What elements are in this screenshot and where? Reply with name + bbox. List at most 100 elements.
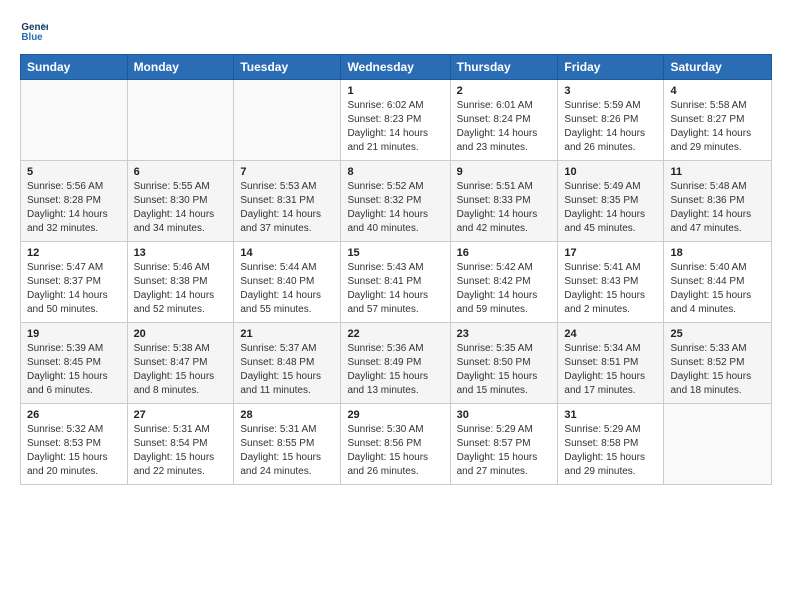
- day-number: 9: [457, 166, 552, 178]
- calendar-cell: 5 Sunrise: 5:56 AM Sunset: 8:28 PM Daylig…: [21, 161, 128, 242]
- calendar-week-row: 1 Sunrise: 6:02 AM Sunset: 8:23 PM Daylig…: [21, 80, 772, 161]
- calendar-cell: 22 Sunrise: 5:36 AM Sunset: 8:49 PM Dayli…: [341, 323, 450, 404]
- calendar-cell: 29Sunrise: 5:30 AM Sunset: 8:56 PM Dayli…: [341, 404, 450, 485]
- day-number: 8: [347, 166, 443, 178]
- day-number: 23: [457, 328, 552, 340]
- day-number: 7: [240, 166, 334, 178]
- day-number: 4: [670, 85, 765, 97]
- calendar-cell: 30 Sunrise: 5:29 AM Sunset: 8:57 PM Dayli…: [450, 404, 558, 485]
- calendar-cell: 18 Sunrise: 5:40 AM Sunset: 8:44 PM Dayli…: [664, 242, 772, 323]
- cell-content: Sunrise: 5:29 AM Sunset: 8:58 PM Dayligh…: [564, 423, 657, 479]
- cell-content: Sunrise: 5:34 AM Sunset: 8:51 PM Dayligh…: [564, 342, 657, 398]
- cell-content: Sunrise: 5:46 AM Sunset: 8:38 PM Dayligh…: [134, 261, 228, 317]
- cell-content: Sunrise: 5:48 AM Sunset: 8:36 PM Dayligh…: [670, 180, 765, 236]
- calendar-cell: 20 Sunrise: 5:38 AM Sunset: 8:47 PM Dayli…: [127, 323, 234, 404]
- day-number: 24: [564, 328, 657, 340]
- weekday-header: Wednesday: [341, 55, 450, 80]
- cell-content: Sunrise: 5:36 AM Sunset: 8:49 PM Dayligh…: [347, 342, 443, 398]
- cell-content: Sunrise: 5:35 AM Sunset: 8:50 PM Dayligh…: [457, 342, 552, 398]
- cell-content: Sunrise: 5:49 AM Sunset: 8:35 PM Dayligh…: [564, 180, 657, 236]
- calendar-cell: 13 Sunrise: 5:46 AM Sunset: 8:38 PM Dayli…: [127, 242, 234, 323]
- day-number: 17: [564, 247, 657, 259]
- cell-content: Sunrise: 5:41 AM Sunset: 8:43 PM Dayligh…: [564, 261, 657, 317]
- day-number: 18: [670, 247, 765, 259]
- cell-content: Sunrise: 5:31 AM Sunset: 8:55 PM Dayligh…: [240, 423, 334, 479]
- day-number: 6: [134, 166, 228, 178]
- cell-content: Sunrise: 5:59 AM Sunset: 8:26 PM Dayligh…: [564, 99, 657, 155]
- cell-content: Sunrise: 5:53 AM Sunset: 8:31 PM Dayligh…: [240, 180, 334, 236]
- calendar-cell: 7 Sunrise: 5:53 AM Sunset: 8:31 PM Daylig…: [234, 161, 341, 242]
- cell-content: Sunrise: 5:33 AM Sunset: 8:52 PM Dayligh…: [670, 342, 765, 398]
- day-number: 22: [347, 328, 443, 340]
- cell-content: Sunrise: 5:40 AM Sunset: 8:44 PM Dayligh…: [670, 261, 765, 317]
- calendar-cell: 14 Sunrise: 5:44 AM Sunset: 8:40 PM Dayli…: [234, 242, 341, 323]
- calendar-cell: 16 Sunrise: 5:42 AM Sunset: 8:42 PM Dayli…: [450, 242, 558, 323]
- day-number: 11: [670, 166, 765, 178]
- cell-content: Sunrise: 5:56 AM Sunset: 8:28 PM Dayligh…: [27, 180, 121, 236]
- cell-content: Sunrise: 5:37 AM Sunset: 8:48 PM Dayligh…: [240, 342, 334, 398]
- calendar-week-row: 26 Sunrise: 5:32 AM Sunset: 8:53 PM Dayli…: [21, 404, 772, 485]
- day-number: 14: [240, 247, 334, 259]
- weekday-header: Saturday: [664, 55, 772, 80]
- calendar-cell: 17 Sunrise: 5:41 AM Sunset: 8:43 PM Dayli…: [558, 242, 664, 323]
- cell-content: Sunrise: 5:29 AM Sunset: 8:57 PM Dayligh…: [457, 423, 552, 479]
- calendar-cell: 23 Sunrise: 5:35 AM Sunset: 8:50 PM Dayli…: [450, 323, 558, 404]
- calendar-cell: 31 Sunrise: 5:29 AM Sunset: 8:58 PM Dayli…: [558, 404, 664, 485]
- cell-content: Sunrise: 5:31 AM Sunset: 8:54 PM Dayligh…: [134, 423, 228, 479]
- svg-text:Blue: Blue: [21, 32, 43, 43]
- cell-content: Sunrise: 5:39 AM Sunset: 8:45 PM Dayligh…: [27, 342, 121, 398]
- calendar-cell: 8 Sunrise: 5:52 AM Sunset: 8:32 PM Daylig…: [341, 161, 450, 242]
- logo-icon: General Blue: [20, 16, 48, 44]
- calendar-cell: 2Sunrise: 6:01 AM Sunset: 8:24 PM Daylig…: [450, 80, 558, 161]
- day-number: 21: [240, 328, 334, 340]
- day-number: 25: [670, 328, 765, 340]
- calendar-cell: 25 Sunrise: 5:33 AM Sunset: 8:52 PM Dayli…: [664, 323, 772, 404]
- day-number: 12: [27, 247, 121, 259]
- cell-content: Sunrise: 5:47 AM Sunset: 8:37 PM Dayligh…: [27, 261, 121, 317]
- day-number: 26: [27, 409, 121, 421]
- calendar-cell: 21 Sunrise: 5:37 AM Sunset: 8:48 PM Dayli…: [234, 323, 341, 404]
- header: General Blue: [20, 16, 772, 44]
- day-number: 31: [564, 409, 657, 421]
- calendar-week-row: 19 Sunrise: 5:39 AM Sunset: 8:45 PM Dayli…: [21, 323, 772, 404]
- day-number: 16: [457, 247, 552, 259]
- calendar-cell: 28 Sunrise: 5:31 AM Sunset: 8:55 PM Dayli…: [234, 404, 341, 485]
- day-number: 20: [134, 328, 228, 340]
- cell-content: Sunrise: 6:02 AM Sunset: 8:23 PM Dayligh…: [347, 99, 443, 155]
- day-number: 13: [134, 247, 228, 259]
- cell-content: Sunrise: 5:32 AM Sunset: 8:53 PM Dayligh…: [27, 423, 121, 479]
- cell-content: Sunrise: 5:55 AM Sunset: 8:30 PM Dayligh…: [134, 180, 228, 236]
- calendar-cell: 27 Sunrise: 5:31 AM Sunset: 8:54 PM Dayli…: [127, 404, 234, 485]
- calendar-cell: 11 Sunrise: 5:48 AM Sunset: 8:36 PM Dayli…: [664, 161, 772, 242]
- weekday-header: Friday: [558, 55, 664, 80]
- day-number: 28: [240, 409, 334, 421]
- calendar-cell: 12 Sunrise: 5:47 AM Sunset: 8:37 PM Dayli…: [21, 242, 128, 323]
- calendar-cell: 6 Sunrise: 5:55 AM Sunset: 8:30 PM Daylig…: [127, 161, 234, 242]
- weekday-header: Monday: [127, 55, 234, 80]
- cell-content: Sunrise: 5:58 AM Sunset: 8:27 PM Dayligh…: [670, 99, 765, 155]
- calendar-cell: [664, 404, 772, 485]
- day-number: 29: [347, 409, 443, 421]
- calendar-cell: 3Sunrise: 5:59 AM Sunset: 8:26 PM Daylig…: [558, 80, 664, 161]
- calendar-week-row: 5 Sunrise: 5:56 AM Sunset: 8:28 PM Daylig…: [21, 161, 772, 242]
- calendar-cell: 19 Sunrise: 5:39 AM Sunset: 8:45 PM Dayli…: [21, 323, 128, 404]
- day-number: 5: [27, 166, 121, 178]
- day-number: 1: [347, 85, 443, 97]
- weekday-header: Sunday: [21, 55, 128, 80]
- day-number: 27: [134, 409, 228, 421]
- calendar-cell: 26 Sunrise: 5:32 AM Sunset: 8:53 PM Dayli…: [21, 404, 128, 485]
- day-number: 30: [457, 409, 552, 421]
- calendar-cell: 9 Sunrise: 5:51 AM Sunset: 8:33 PM Daylig…: [450, 161, 558, 242]
- calendar-cell: 4 Sunrise: 5:58 AM Sunset: 8:27 PM Daylig…: [664, 80, 772, 161]
- calendar-cell: [234, 80, 341, 161]
- cell-content: Sunrise: 5:44 AM Sunset: 8:40 PM Dayligh…: [240, 261, 334, 317]
- cell-content: Sunrise: 5:42 AM Sunset: 8:42 PM Dayligh…: [457, 261, 552, 317]
- logo: General Blue: [20, 16, 52, 44]
- cell-content: Sunrise: 5:51 AM Sunset: 8:33 PM Dayligh…: [457, 180, 552, 236]
- calendar-cell: [21, 80, 128, 161]
- day-number: 2: [457, 85, 552, 97]
- cell-content: Sunrise: 5:52 AM Sunset: 8:32 PM Dayligh…: [347, 180, 443, 236]
- cell-content: Sunrise: 5:38 AM Sunset: 8:47 PM Dayligh…: [134, 342, 228, 398]
- calendar-cell: 24 Sunrise: 5:34 AM Sunset: 8:51 PM Dayli…: [558, 323, 664, 404]
- day-number: 19: [27, 328, 121, 340]
